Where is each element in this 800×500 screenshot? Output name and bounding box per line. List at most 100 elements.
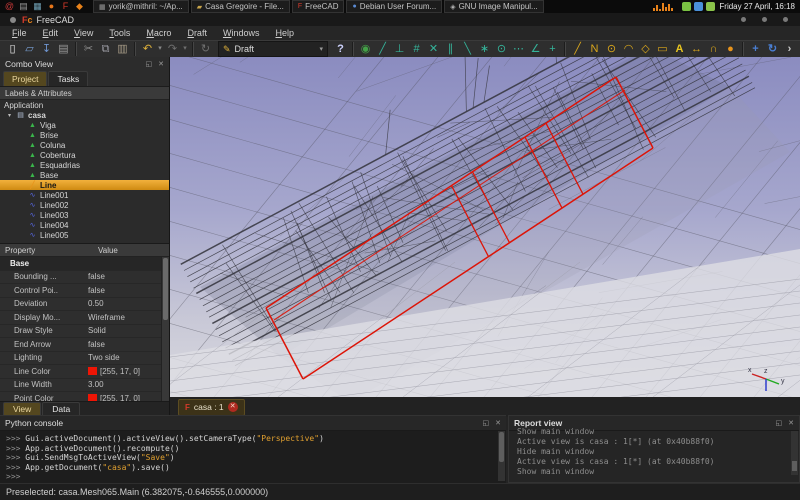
close-panel-icon[interactable]: ✕ xyxy=(158,60,164,68)
redo-dropdown[interactable]: ▾ xyxy=(181,41,189,57)
property-row[interactable]: Line Color [255, 17, 0] xyxy=(0,365,169,379)
toolbar-overflow[interactable]: › xyxy=(781,41,798,57)
document-tab[interactable]: F casa : 1 ✕ xyxy=(178,398,245,416)
report-view-body[interactable]: Show main window Active view is casa : 1[… xyxy=(509,427,799,475)
tree-item-brise[interactable]: ▲ Brise xyxy=(0,130,169,140)
package-manager-icon[interactable] xyxy=(706,2,716,11)
snap-center-toggle[interactable]: ⊙ xyxy=(493,41,510,57)
cpu-graph-icon[interactable] xyxy=(653,2,679,11)
draft-circle-tool[interactable]: ⊙ xyxy=(603,41,620,57)
file-manager-icon[interactable]: ▤ xyxy=(18,1,29,12)
menu-draft[interactable]: Draft xyxy=(179,27,215,39)
image-viewer-icon[interactable]: ▦ xyxy=(32,1,43,12)
save-button[interactable]: ↧ xyxy=(38,41,55,57)
draft-bspline-tool[interactable]: ∩ xyxy=(705,41,722,57)
close-document-icon[interactable]: ✕ xyxy=(227,402,238,412)
freecad-launcher-icon[interactable]: F xyxy=(60,1,71,12)
snap-lock-toggle[interactable]: ◉ xyxy=(357,41,374,57)
property-row[interactable]: End Arrow false xyxy=(0,338,169,352)
property-row[interactable]: Display Mo... Wireframe xyxy=(0,311,169,325)
3d-viewport[interactable]: x z y xyxy=(170,57,800,397)
blender-icon[interactable]: ◆ xyxy=(74,1,85,12)
paste-button[interactable]: ▥ xyxy=(114,41,131,57)
menu-view[interactable]: View xyxy=(66,27,101,39)
tab-tasks[interactable]: Tasks xyxy=(48,71,89,86)
menu-macro[interactable]: Macro xyxy=(138,27,179,39)
firefox-icon[interactable]: ● xyxy=(46,1,57,12)
draft-line-tool[interactable]: ╱ xyxy=(569,41,586,57)
tab-project[interactable]: Project xyxy=(3,71,48,86)
debian-logo-icon[interactable]: @ xyxy=(4,1,15,12)
draft-wire-tool[interactable]: N xyxy=(586,41,603,57)
taskbar-window-button[interactable]: ● Debian User Forum... xyxy=(346,0,443,13)
snap-near-toggle[interactable]: ⋯ xyxy=(510,41,527,57)
close-console-icon[interactable]: ✕ xyxy=(495,419,501,427)
window-controls[interactable] xyxy=(741,17,800,22)
menu-windows[interactable]: Windows xyxy=(215,27,268,39)
tree-item-coluna[interactable]: ▲ Coluna xyxy=(0,140,169,150)
close-report-icon[interactable]: ✕ xyxy=(788,419,794,427)
tree-item-line[interactable]: ╱ Line xyxy=(0,180,169,190)
property-row[interactable]: Lighting Two side xyxy=(0,352,169,365)
draft-dimension-tool[interactable]: ↔ xyxy=(688,41,705,57)
tree-item-line004[interactable]: ∿ Line004 xyxy=(0,220,169,230)
snap-angle-toggle[interactable]: ∠ xyxy=(527,41,544,57)
whats-this-button[interactable]: ? xyxy=(332,41,349,57)
tree-item-line002[interactable]: ∿ Line002 xyxy=(0,200,169,210)
property-group-base[interactable]: Base xyxy=(0,257,169,271)
draft-text-tool[interactable]: A xyxy=(671,41,688,57)
expander-icon[interactable]: ▾ xyxy=(6,112,13,119)
tree-item-casa[interactable]: ▾ ▤ casa xyxy=(0,110,169,120)
tree-item-line001[interactable]: ∿ Line001 xyxy=(0,190,169,200)
window-menu-button[interactable] xyxy=(10,16,16,23)
viewport-canvas[interactable]: x z y xyxy=(170,57,800,397)
close-button[interactable] xyxy=(783,17,788,22)
console-scrollbar[interactable] xyxy=(498,431,505,481)
tree-item-viga[interactable]: ▲ Viga xyxy=(0,120,169,130)
update-notifier-icon[interactable] xyxy=(682,2,692,11)
tree-item-line003[interactable]: ∿ Line003 xyxy=(0,210,169,220)
snap-extension-toggle[interactable]: ╲ xyxy=(459,41,476,57)
snap-perpendicular-toggle[interactable]: ⊥ xyxy=(391,41,408,57)
taskbar-window-button[interactable]: ◈ GNU Image Manipul... xyxy=(444,0,544,13)
property-row[interactable]: Control Poi.. false xyxy=(0,284,169,298)
report-scrollbar[interactable] xyxy=(791,431,798,475)
refresh-button[interactable]: ↻ xyxy=(197,41,214,57)
tree-item-esquadrias[interactable]: ▲ Esquadrias xyxy=(0,160,169,170)
draft-point-tool[interactable]: ● xyxy=(722,41,739,57)
property-row[interactable]: Draw Style Solid xyxy=(0,325,169,338)
network-icon[interactable] xyxy=(694,2,704,11)
snap-grid-toggle[interactable]: # xyxy=(408,41,425,57)
open-button[interactable]: ▱ xyxy=(21,41,38,57)
snap-parallel-toggle[interactable]: ∥ xyxy=(442,41,459,57)
taskbar-window-button[interactable]: ▦ yorik@mithril: ~/Ap... xyxy=(93,0,189,13)
menu-help[interactable]: Help xyxy=(267,27,302,39)
new-file-button[interactable]: ▯ xyxy=(4,41,21,57)
menu-edit[interactable]: Edit xyxy=(35,27,67,39)
draft-polygon-tool[interactable]: ◇ xyxy=(637,41,654,57)
maximize-button[interactable] xyxy=(762,17,767,22)
redo-button[interactable]: ↷ xyxy=(164,41,181,57)
undo-dropdown[interactable]: ▾ xyxy=(156,41,164,57)
menu-tools[interactable]: Tools xyxy=(101,27,138,39)
python-console-body[interactable]: >>> Gui.activeDocument().activeView().se… xyxy=(0,431,506,482)
rotate-tool[interactable]: ↻ xyxy=(764,41,781,57)
snap-ortho-toggle[interactable]: + xyxy=(544,41,561,57)
clock[interactable]: Friday 27 April, 16:18 xyxy=(719,2,800,11)
workbench-selector[interactable]: ✎ Draft ▾ xyxy=(218,41,328,57)
minimize-button[interactable] xyxy=(741,17,746,22)
property-row[interactable]: Bounding ... false xyxy=(0,271,169,284)
copy-button[interactable]: ⧉ xyxy=(97,41,114,57)
property-scrollbar[interactable] xyxy=(161,257,169,411)
value-column-header[interactable]: Value xyxy=(93,246,118,255)
tree-item-cobertura[interactable]: ▲ Cobertura xyxy=(0,150,169,160)
menu-file[interactable]: File xyxy=(4,27,35,39)
property-row[interactable]: Line Width 3.00 xyxy=(0,379,169,392)
tree-item-line005[interactable]: ∿ Line005 xyxy=(0,230,169,240)
freecad-titlebar[interactable]: Fc FreeCAD xyxy=(0,13,800,26)
float-panel-icon[interactable]: ◱ xyxy=(146,60,153,68)
property-row[interactable]: Deviation 0.50 xyxy=(0,298,169,311)
draft-arc-tool[interactable]: ◠ xyxy=(620,41,637,57)
taskbar-window-button[interactable]: ▰ Casa Gregoire - File... xyxy=(190,0,290,13)
float-console-icon[interactable]: ◱ xyxy=(483,419,490,427)
